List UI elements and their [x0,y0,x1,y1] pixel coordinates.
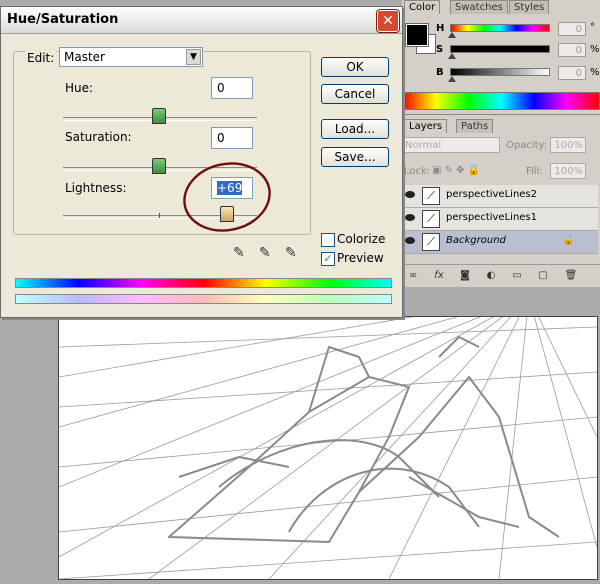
h-input[interactable]: 0 [558,22,586,36]
color-spectrum-ramp[interactable] [402,92,600,110]
ok-button[interactable]: OK [321,57,389,77]
adjustment-icon[interactable]: ◐ [484,269,498,283]
layer-thumbnail: ⟋ [422,233,440,251]
eyedropper-icon[interactable]: ✎ [233,245,245,261]
layer-name: Background [446,235,506,246]
hue-saturation-dialog: Hue/Saturation ✕ Edit: Master ▼ Hue: 0 S… [0,6,403,318]
document-canvas[interactable] [58,316,598,580]
preview-checkbox[interactable]: ✓ [321,252,335,266]
eye-icon[interactable] [405,191,415,198]
folder-icon[interactable]: ▭ [510,269,524,283]
foreground-color-swatch[interactable] [405,23,429,47]
chevron-down-icon[interactable]: ▼ [186,49,201,65]
close-button[interactable]: ✕ [377,10,399,32]
layer-row[interactable]: ⟋ perspectiveLines2 [402,185,598,208]
saturation-input[interactable]: 0 [211,127,253,149]
new-layer-icon[interactable]: ▢ [536,269,550,283]
edit-select[interactable]: Master ▼ [59,47,203,67]
perspective-sketch [59,317,597,579]
layer-row-selected[interactable]: ⟋ Background 🔒 [402,231,598,254]
cancel-button[interactable]: Cancel [321,84,389,104]
layer-name: perspectiveLines2 [446,189,538,200]
tab-layers[interactable]: Layers [404,119,448,133]
dialog-titlebar[interactable]: Hue/Saturation ✕ [1,7,402,34]
tab-swatches[interactable]: Swatches [450,0,508,14]
b-label: B [436,67,444,78]
hue-slider-thumb[interactable] [152,108,166,124]
h-label: H [436,23,445,34]
blend-mode-select[interactable]: Normal [402,137,500,153]
hue-label: Hue: [65,81,94,95]
eyedropper-minus-icon[interactable]: ✎ [285,245,297,261]
color-panel: Color Swatches Styles H 0 ° S 0 % B 0 % [402,0,600,114]
tab-color[interactable]: Color [404,0,441,14]
fill-label: Fill: [526,166,543,177]
layers-button-bar: ∞ fx ◙ ◐ ▭ ▢ 🗑 [402,264,600,287]
fill-input[interactable]: 100% [550,163,586,179]
fx-icon[interactable]: fx [432,269,446,283]
input-spectrum-bar [15,278,392,288]
mask-icon[interactable]: ◙ [458,269,472,283]
edit-select-value: Master [64,50,105,64]
saturation-slider-thumb[interactable] [448,53,456,59]
annotation-circle [183,162,271,232]
saturation-slider-thumb[interactable] [152,158,166,174]
load-button[interactable]: Load... [321,119,389,139]
brightness-slider-bar[interactable] [450,68,550,76]
lock-icons[interactable]: ▣ ✎ ✥ 🔒 [432,165,480,176]
opacity-label: Opacity: [506,140,548,151]
lock-label: Lock: [404,166,431,177]
saturation-label: Saturation: [65,130,132,144]
hue-slider-bar[interactable] [450,24,550,32]
layer-thumbnail: ⟋ [422,187,440,205]
tab-styles[interactable]: Styles [509,0,550,14]
eyedropper-plus-icon[interactable]: ✎ [259,245,271,261]
hue-slider-thumb[interactable] [448,32,456,38]
preview-label: Preview [337,251,384,265]
s-label: S [436,44,444,55]
colorize-checkbox[interactable] [321,233,335,247]
trash-icon[interactable]: 🗑 [564,269,578,283]
layer-thumbnail: ⟋ [422,210,440,228]
eye-icon[interactable] [405,237,415,244]
h-unit: ° [590,22,595,33]
lock-icon: 🔒 [562,235,575,246]
opacity-input[interactable]: 100% [550,137,586,153]
s-input[interactable]: 0 [558,43,586,57]
s-unit: % [590,44,600,55]
lightness-center-tick [159,213,160,218]
save-button[interactable]: Save... [321,147,389,167]
colorize-label: Colorize [337,232,386,246]
b-input[interactable]: 0 [558,66,586,80]
hue-input[interactable]: 0 [211,77,253,99]
edit-label: Edit: [25,51,57,65]
layers-panel: Layers Paths Normal Opacity: 100% Lock: … [402,114,600,287]
layer-name: perspectiveLines1 [446,212,538,223]
b-unit: % [590,67,600,78]
eye-icon[interactable] [405,214,415,221]
dialog-title: Hue/Saturation [7,12,119,27]
brightness-slider-thumb[interactable] [448,76,456,82]
saturation-slider-bar[interactable] [450,45,550,53]
tab-paths[interactable]: Paths [456,119,494,133]
layer-row[interactable]: ⟋ perspectiveLines1 [402,208,598,231]
link-icon[interactable]: ∞ [406,269,420,283]
lightness-label: Lightness: [65,181,127,195]
output-spectrum-bar [15,294,392,304]
